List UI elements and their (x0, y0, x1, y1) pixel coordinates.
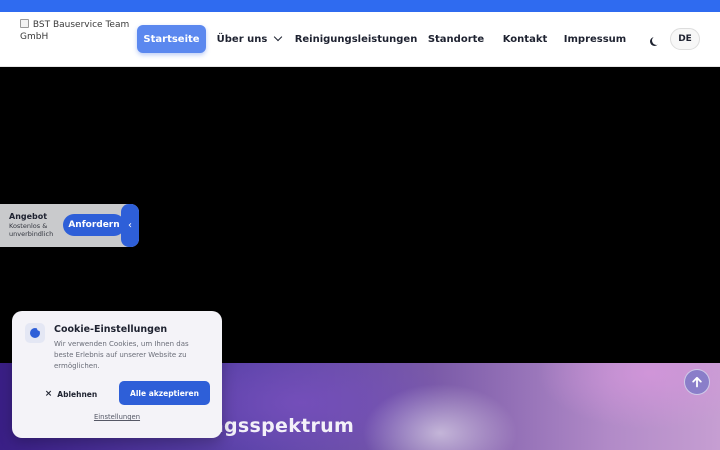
decline-cookies-button[interactable]: × Ablehnen (36, 384, 106, 404)
site-header: BST Bauservice Team GmbH Startseite Über… (0, 12, 720, 67)
cookie-title: Cookie-Einstellungen (54, 324, 168, 335)
nav-label: Über uns (216, 33, 268, 45)
nav-label: Impressum (563, 33, 627, 45)
nav-kontakt[interactable]: Kontakt (500, 25, 550, 53)
chevron-left-icon: ‹ (128, 220, 132, 231)
scroll-to-top-button[interactable] (684, 369, 710, 395)
cookie-settings-link[interactable]: Einstellungen (12, 413, 222, 421)
close-icon: × (44, 389, 53, 399)
nav-standorte[interactable]: Standorte (426, 25, 486, 53)
theme-toggle-button[interactable] (646, 33, 662, 49)
accept-all-cookies-button[interactable]: Alle akzeptieren (119, 381, 210, 405)
cookie-banner: Cookie-Einstellungen Wir verwenden Cooki… (12, 311, 222, 438)
request-quote-button[interactable]: Anfordern (63, 214, 125, 236)
language-label: DE (678, 34, 692, 44)
moon-icon (652, 36, 661, 45)
nav-impressum[interactable]: Impressum (562, 25, 628, 53)
nav-label: Standorte (427, 33, 485, 45)
cookie-description: Wir verwenden Cookies, um Ihnen das best… (54, 340, 189, 370)
quote-subtitle: Kostenlos & unverbindlich (9, 222, 54, 238)
arrow-up-icon (692, 376, 702, 388)
cookie-icon (25, 323, 45, 343)
site-logo[interactable]: BST Bauservice Team GmbH (20, 19, 130, 43)
nav-ueber-uns[interactable]: Über uns (216, 25, 283, 53)
nav-label: Reinigungsleistungen (294, 33, 418, 45)
nav-label: Kontakt (502, 33, 548, 45)
nav-label: Startseite (143, 33, 200, 45)
nav-reinigungsleistungen[interactable]: Reinigungsleistungen (294, 25, 418, 53)
quote-widget: Angebot Kostenlos & unverbindlich Anford… (0, 204, 139, 247)
accept-label: Alle akzeptieren (130, 388, 199, 398)
language-switcher[interactable]: DE (670, 28, 700, 50)
request-quote-label: Anfordern (68, 220, 120, 230)
quote-widget-toggle[interactable]: ‹ (121, 204, 139, 247)
quote-title: Angebot (9, 212, 48, 221)
decline-label: Ablehnen (57, 389, 98, 399)
chevron-down-icon (274, 32, 283, 42)
broken-image-icon (20, 19, 29, 28)
logo-alt-text: BST Bauservice Team GmbH (20, 20, 130, 42)
top-accent-bar (0, 0, 720, 12)
nav-startseite[interactable]: Startseite (137, 25, 206, 53)
